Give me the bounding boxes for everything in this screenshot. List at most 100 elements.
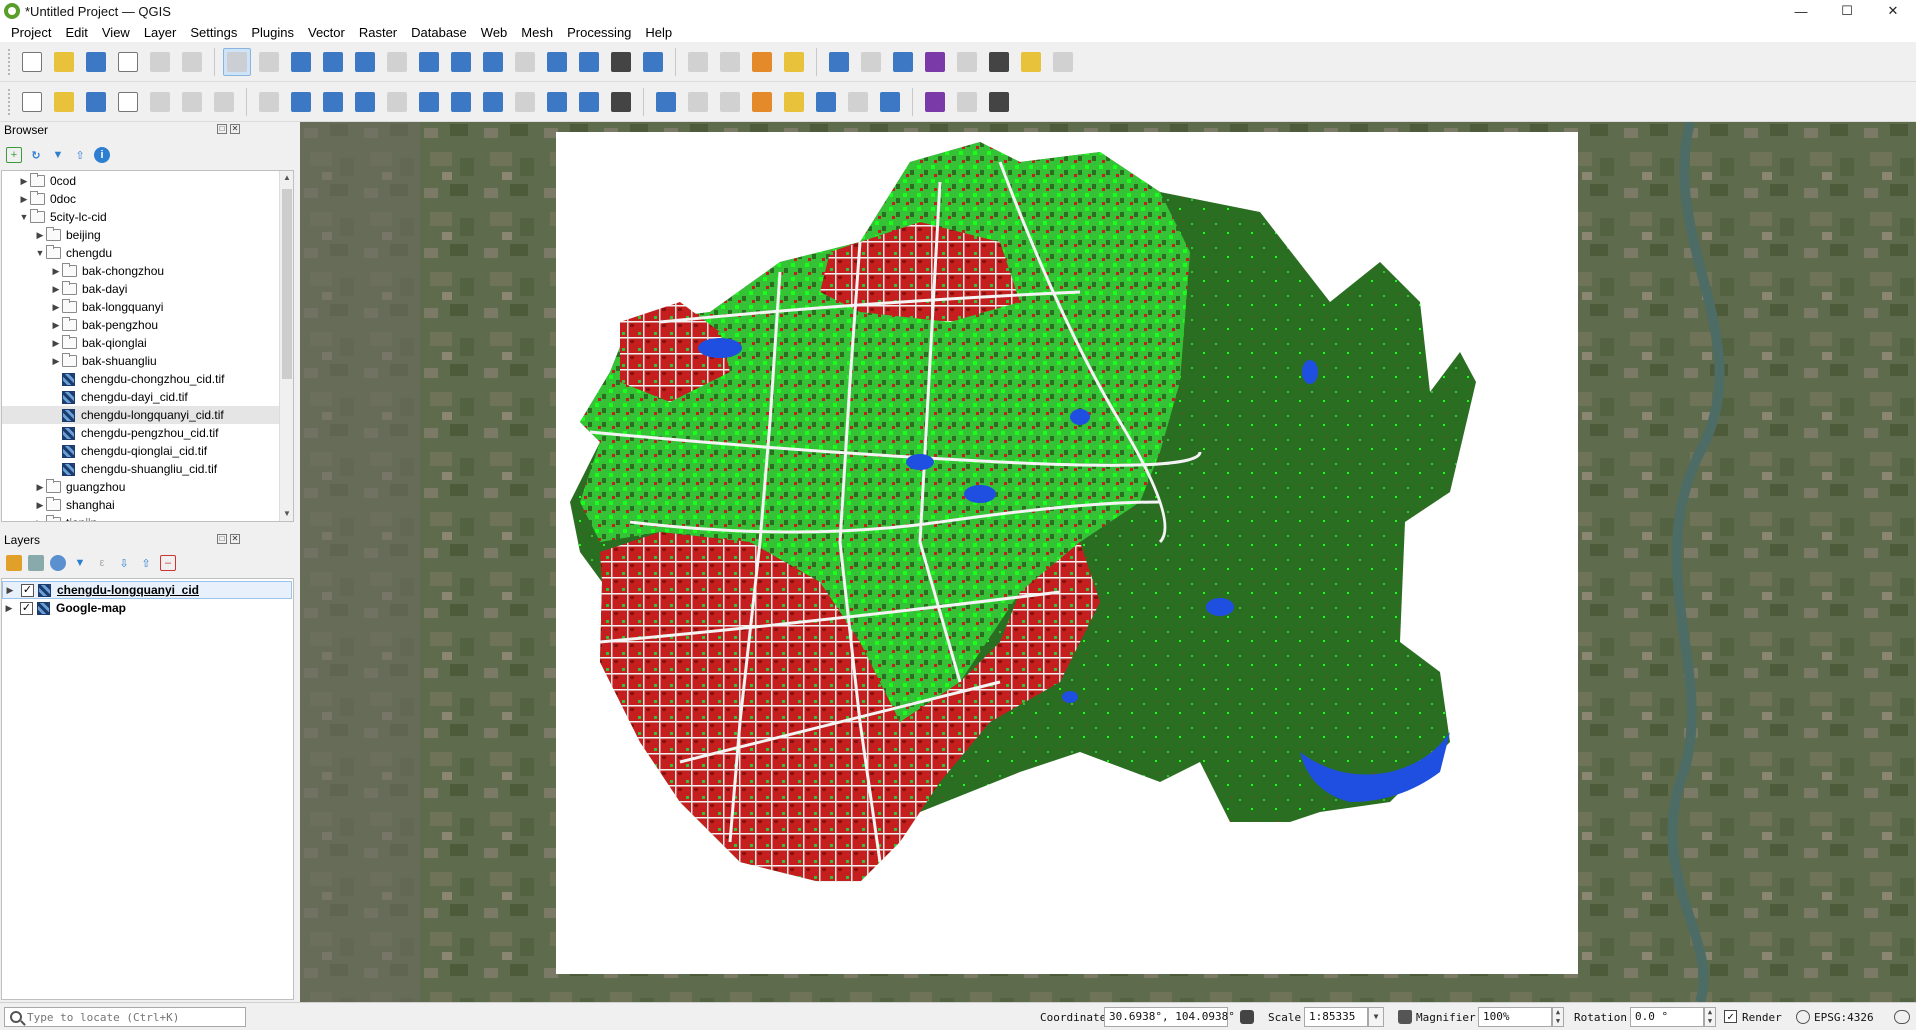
coordinate-field[interactable]: 30.6938°, 104.0938° [1104, 1007, 1235, 1027]
show-labels-button[interactable] [780, 88, 808, 116]
menu-project[interactable]: Project [4, 25, 58, 40]
browser-folder-item[interactable]: ▶ shanghai [2, 496, 280, 514]
collapsed-arrow-icon[interactable]: ▶ [3, 585, 17, 596]
delete-selected-button[interactable] [447, 88, 475, 116]
browser-folder-item[interactable]: ▶ 0doc [2, 190, 280, 208]
print-layout-button[interactable] [146, 48, 174, 76]
cut-features-button[interactable] [479, 88, 507, 116]
change-label-button[interactable] [876, 88, 904, 116]
expand-all-icon[interactable]: ⇩ [116, 555, 132, 571]
browser-folder-item[interactable]: ▶ bak-chongzhou [2, 262, 280, 280]
new-geopackage-button[interactable] [50, 88, 78, 116]
expanded-arrow-icon[interactable]: ▼ [34, 248, 46, 258]
close-button[interactable]: ✕ [1870, 0, 1916, 22]
toolbar-grip[interactable] [8, 88, 12, 115]
maximize-button[interactable]: ☐ [1824, 0, 1870, 22]
browser-raster-item[interactable]: chengdu-shuangliu_cid.tif [2, 460, 280, 478]
browser-folder-item[interactable]: ▶ bak-qionglai [2, 334, 280, 352]
style-layer-icon[interactable] [6, 555, 22, 571]
scale-dropdown-icon[interactable]: ▼ [1368, 1007, 1384, 1027]
lock-scale-icon[interactable] [1398, 1010, 1412, 1024]
data-source-manager-button[interactable] [18, 88, 46, 116]
add-selected-layers-icon[interactable]: + [6, 147, 22, 163]
zoom-next-button[interactable] [511, 48, 539, 76]
close-panel-icon[interactable]: ✕ [230, 124, 240, 134]
move-label-button[interactable] [812, 88, 840, 116]
new-shapefile-button[interactable] [82, 88, 110, 116]
save-as-button[interactable] [114, 48, 142, 76]
scroll-down-icon[interactable]: ▼ [280, 507, 294, 521]
copy-features-button[interactable] [511, 88, 539, 116]
browser-raster-item[interactable]: chengdu-qionglai_cid.tif [2, 442, 280, 460]
browser-folder-item[interactable]: ▼ chengdu [2, 244, 280, 262]
browser-folder-item[interactable]: ▶ bak-pengzhou [2, 316, 280, 334]
browser-raster-item[interactable]: chengdu-pengzhou_cid.tif [2, 424, 280, 442]
browser-scrollbar[interactable]: ▲ ▼ [279, 171, 293, 521]
collapse-all-icon[interactable]: ⇧ [138, 555, 154, 571]
browser-folder-item[interactable]: ▼ 5city-lc-cid [2, 208, 280, 226]
measure-button[interactable] [985, 48, 1013, 76]
collapsed-arrow-icon[interactable]: ▶ [50, 302, 62, 313]
collapsed-arrow-icon[interactable]: ▶ [34, 500, 46, 511]
menu-help[interactable]: Help [638, 25, 679, 40]
select-value-button[interactable] [716, 48, 744, 76]
label-tool-button[interactable] [652, 88, 680, 116]
temporal-controller-button[interactable] [607, 48, 635, 76]
scale-field[interactable]: 1:85335 [1304, 1007, 1368, 1027]
processing-toolbox-button[interactable] [889, 48, 917, 76]
layers-tree[interactable]: ▶ ✓ chengdu-longquanyi_cid ▶ ✓ Google-map [1, 578, 294, 1000]
crs-globe-icon[interactable] [1796, 1010, 1810, 1024]
scroll-thumb[interactable] [282, 189, 292, 379]
locator-input[interactable] [27, 1010, 237, 1024]
close-panel-icon[interactable]: ✕ [230, 534, 240, 544]
browser-folder-item[interactable]: ▶ bak-dayi [2, 280, 280, 298]
quick-map-services-button[interactable] [921, 88, 949, 116]
redo-button[interactable] [607, 88, 635, 116]
menu-mesh[interactable]: Mesh [514, 25, 560, 40]
browser-folder-item[interactable]: ▶ beijing [2, 226, 280, 244]
browser-raster-item[interactable]: chengdu-chongzhou_cid.tif [2, 370, 280, 388]
field-calc-button[interactable] [953, 48, 981, 76]
highlight-labels-button[interactable] [716, 88, 744, 116]
annotation-button[interactable] [1017, 48, 1045, 76]
menu-plugins[interactable]: Plugins [244, 25, 301, 40]
float-panel-icon[interactable]: □ [217, 124, 227, 134]
magnifier-spin-icon[interactable]: ▲ ▼ [1552, 1007, 1564, 1027]
menu-database[interactable]: Database [404, 25, 474, 40]
menu-web[interactable]: Web [474, 25, 515, 40]
zoom-out-button[interactable] [319, 48, 347, 76]
pin-labels-button[interactable] [684, 88, 712, 116]
zoom-native-button[interactable] [447, 48, 475, 76]
browser-folder-item[interactable]: ▶ 0cod [2, 172, 280, 190]
browser-folder-item[interactable]: ▶ tianjin [2, 514, 280, 521]
paste-features-button[interactable] [543, 88, 571, 116]
layer-item[interactable]: ▶ ✓ chengdu-longquanyi_cid [2, 581, 292, 599]
rotate-label-button[interactable] [844, 88, 872, 116]
collapsed-arrow-icon[interactable]: ▶ [18, 176, 30, 187]
menu-raster[interactable]: Raster [352, 25, 404, 40]
collapsed-arrow-icon[interactable]: ▶ [2, 603, 16, 614]
show-bookmarks-button[interactable] [575, 48, 603, 76]
expanded-arrow-icon[interactable]: ▼ [18, 212, 30, 222]
add-feature-button[interactable] [351, 88, 379, 116]
filter-legend-icon[interactable]: ▼ [72, 555, 88, 571]
zoom-to-layer-button[interactable] [415, 48, 443, 76]
toggle-extents-icon[interactable] [1240, 1010, 1254, 1024]
select-features-button[interactable] [684, 48, 712, 76]
browser-raster-item[interactable]: chengdu-longquanyi_cid.tif [2, 406, 280, 424]
messages-icon[interactable] [1894, 1010, 1910, 1024]
label-layer-button[interactable] [748, 88, 776, 116]
layer-visibility-checkbox[interactable]: ✓ [20, 601, 33, 615]
deselect-button[interactable] [748, 48, 776, 76]
map-canvas[interactable] [300, 122, 1916, 1002]
scroll-up-icon[interactable]: ▲ [280, 171, 294, 185]
browser-folder-item[interactable]: ▶ bak-longquanyi [2, 298, 280, 316]
zoom-full-button[interactable] [351, 48, 379, 76]
menu-settings[interactable]: Settings [183, 25, 244, 40]
filter-by-expression-icon[interactable]: ε [94, 555, 110, 571]
save-project-button[interactable] [82, 48, 110, 76]
menu-vector[interactable]: Vector [301, 25, 352, 40]
digitize-button[interactable] [255, 88, 283, 116]
collapsed-arrow-icon[interactable]: ▶ [50, 338, 62, 349]
toolbar-grip[interactable] [8, 48, 12, 75]
